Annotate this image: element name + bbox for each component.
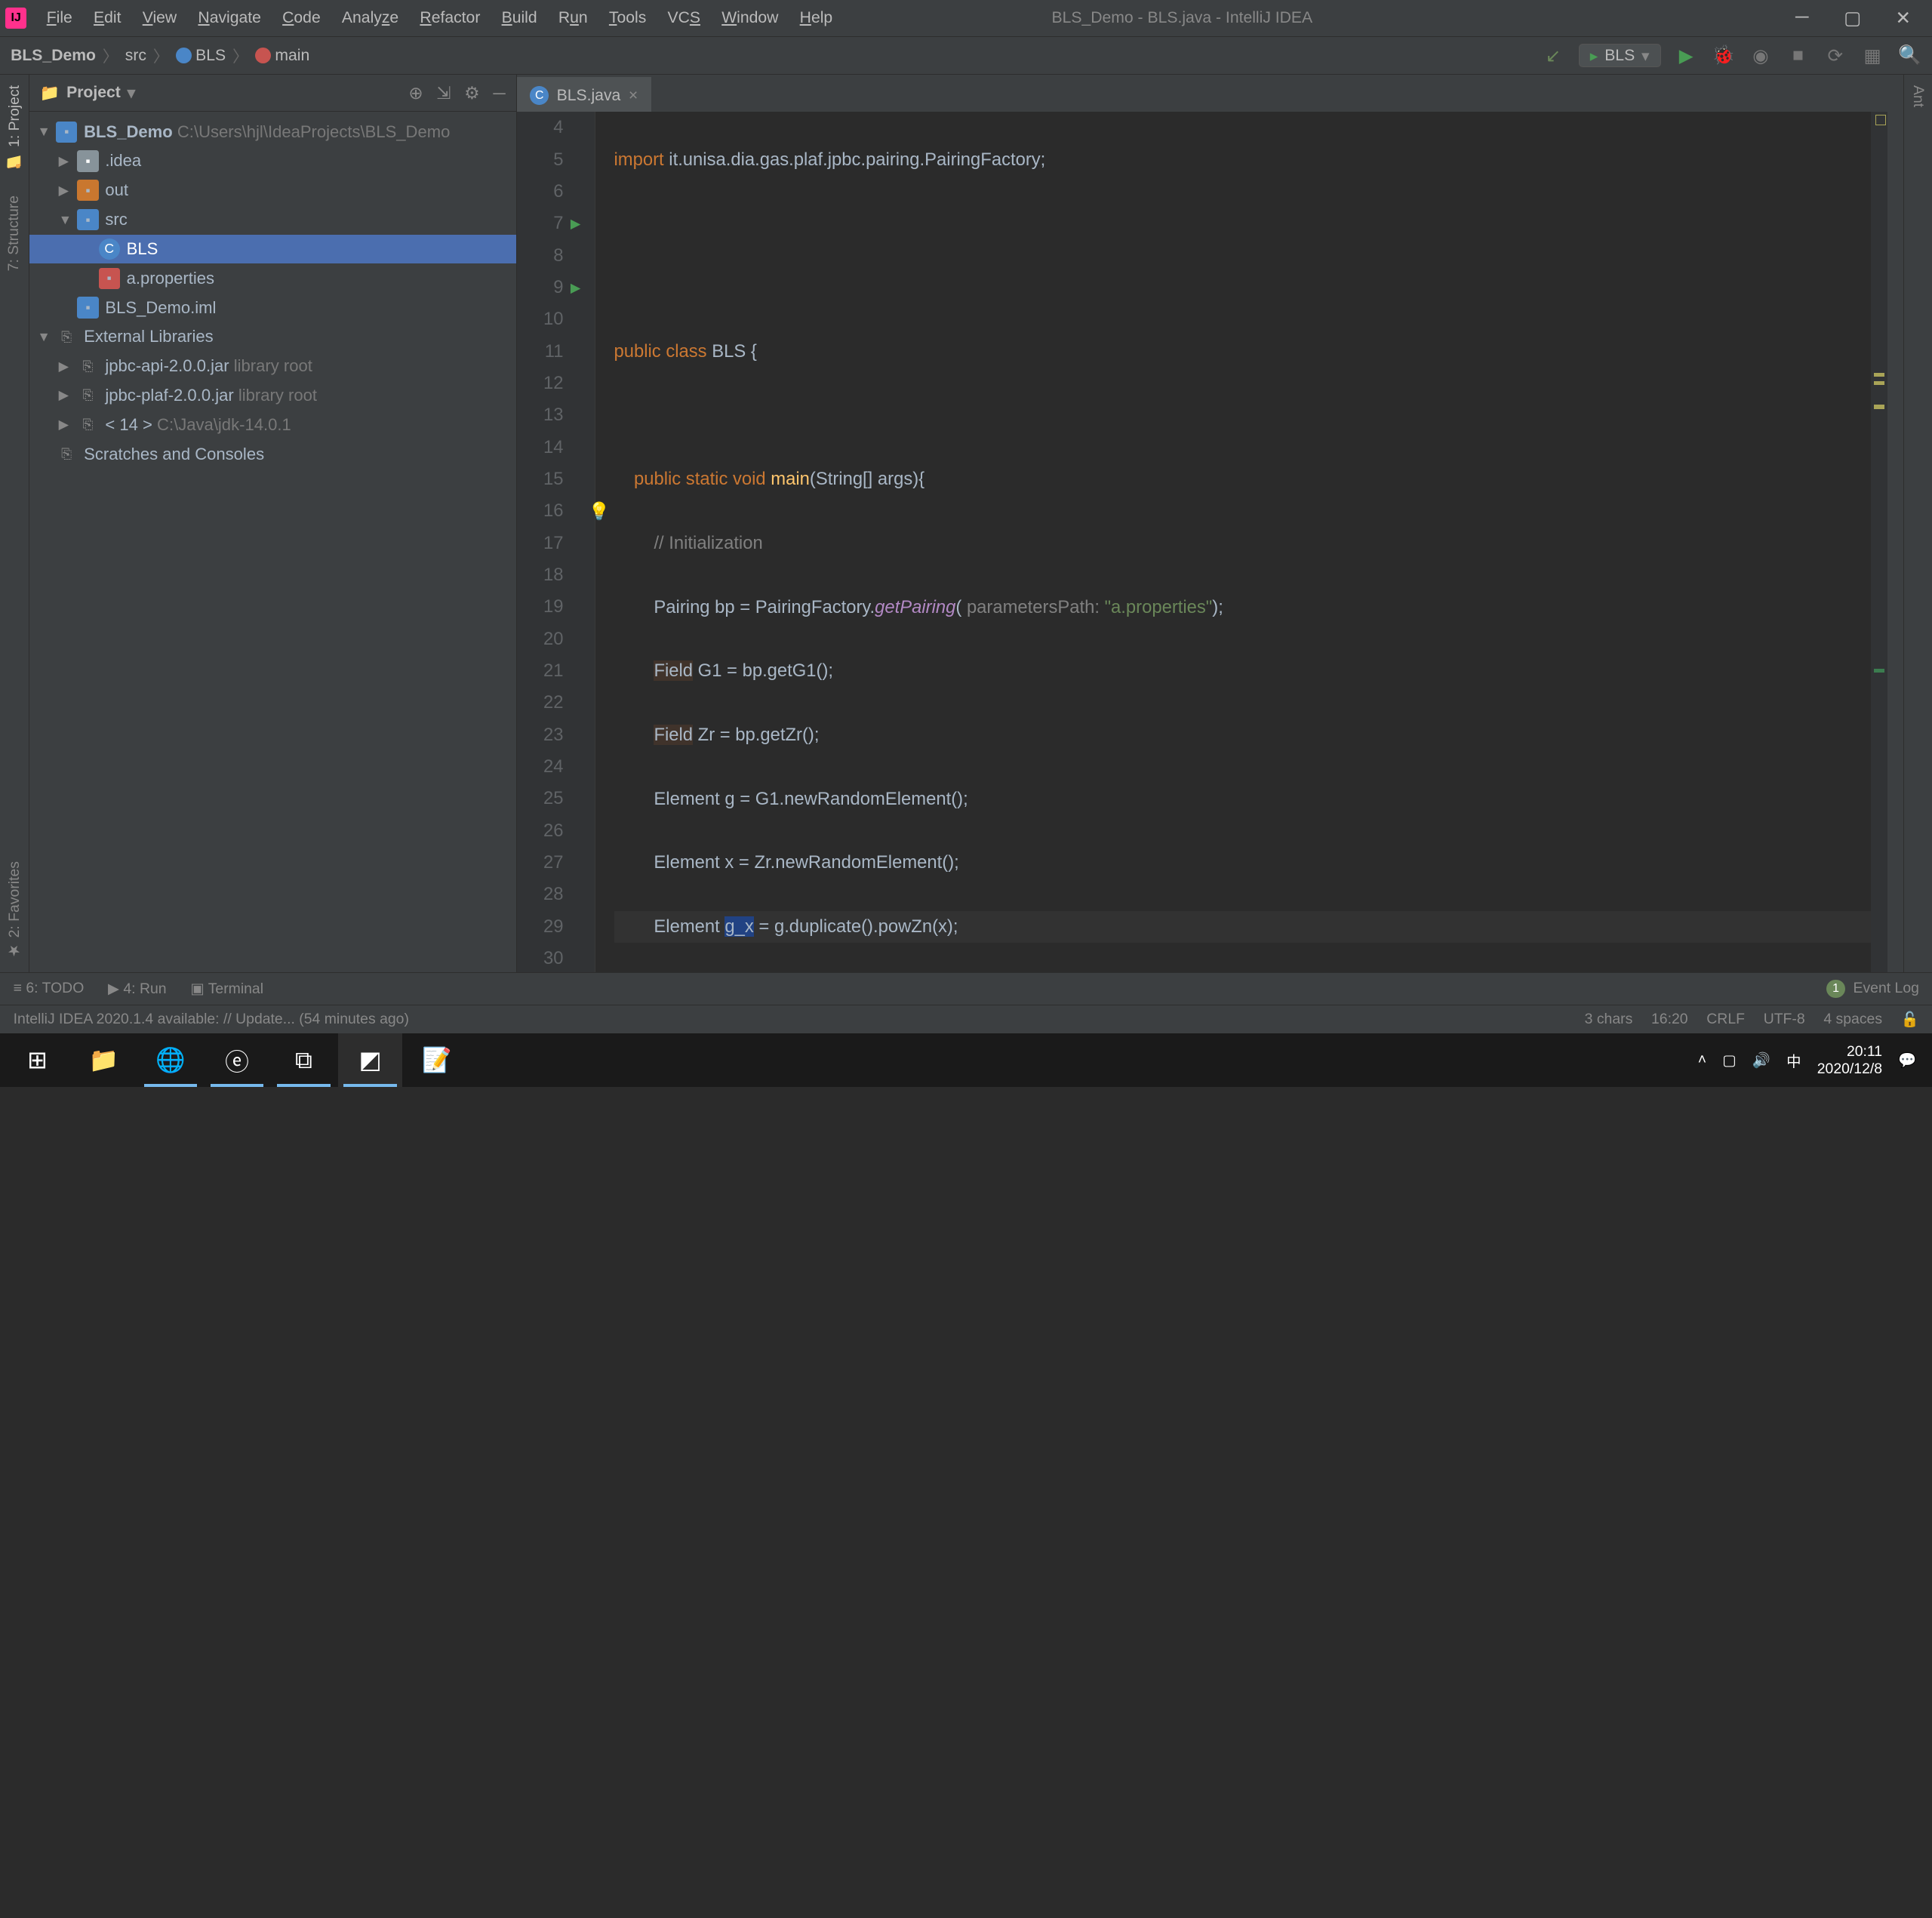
chrome-button[interactable]: 🌐: [138, 1033, 202, 1087]
terminal-tool-button[interactable]: ▣ Terminal: [190, 980, 263, 998]
structure-icon[interactable]: ▦: [1860, 44, 1884, 68]
taskbar: ⊞ 📁 🌐 ⓔ ⧉ ◩ 📝 ˄ ▢ 🔊 中 20:11 2020/12/8 💬: [0, 1033, 1932, 1087]
breadcrumb[interactable]: BLS_Demo 〉 src 〉 BLS 〉 main: [11, 44, 309, 67]
status-message[interactable]: IntelliJ IDEA 2020.1.4 available: // Upd…: [14, 1011, 409, 1028]
back-icon[interactable]: ↙: [1541, 44, 1565, 68]
search-everywhere-icon[interactable]: 🔍: [1898, 44, 1922, 68]
battery-icon[interactable]: ▢: [1722, 1051, 1736, 1070]
menu-analyze[interactable]: Analyze: [333, 7, 408, 30]
status-position[interactable]: 16:20: [1651, 1011, 1688, 1029]
explorer-button[interactable]: 📁: [72, 1033, 136, 1087]
edge-button[interactable]: ⓔ: [205, 1033, 269, 1087]
run-tool-button[interactable]: ▶ 4: Run: [108, 980, 167, 998]
code-content[interactable]: import it.unisa.dia.gas.plaf.jpbc.pairin…: [595, 112, 1872, 972]
window-title: BLS_Demo - BLS.java - IntelliJ IDEA: [576, 9, 1789, 27]
clock[interactable]: 20:11 2020/12/8: [1817, 1043, 1882, 1078]
editor-area: C BLS.java × 456 7▶ 8 9▶ 101112131415 16…: [517, 75, 1903, 972]
scrollbar[interactable]: [1887, 112, 1903, 972]
breadcrumb-method[interactable]: main: [275, 47, 309, 65]
status-encoding[interactable]: UTF-8: [1764, 1011, 1805, 1029]
bottom-toolbar: ≡ 6: TODO ▶ 4: Run ▣ Terminal 1 Event Lo…: [0, 972, 1932, 1004]
breadcrumb-project[interactable]: BLS_Demo: [11, 47, 96, 65]
project-panel: 📁 Project ▾ ⊕ ⇲ ⚙ ─ ▼▪BLS_Demo C:\Users\…: [29, 75, 517, 972]
menu-edit[interactable]: Edit: [85, 7, 131, 30]
statusbar: IntelliJ IDEA 2020.1.4 available: // Upd…: [0, 1005, 1932, 1034]
run-gutter-icon[interactable]: ▶: [571, 208, 581, 239]
minimize-button[interactable]: ─: [1789, 7, 1815, 29]
settings-icon[interactable]: ⚙: [464, 83, 480, 103]
status-indent[interactable]: 4 spaces: [1823, 1011, 1882, 1029]
event-count-badge: 1: [1826, 980, 1845, 999]
todo-tool-button[interactable]: ≡ 6: TODO: [14, 980, 85, 997]
tree-item-bls[interactable]: CBLS: [29, 235, 516, 264]
start-button[interactable]: ⊞: [5, 1033, 69, 1087]
event-log-button[interactable]: Event Log: [1854, 980, 1919, 997]
breadcrumb-src[interactable]: src: [125, 47, 146, 65]
left-stripe: 📁 1: Project 7: Structure ★ 2: Favorites: [0, 75, 29, 972]
breadcrumb-class[interactable]: BLS: [195, 47, 226, 65]
menu-build[interactable]: Build: [492, 7, 546, 30]
menu-code[interactable]: Code: [273, 7, 330, 30]
favorites-tool-button[interactable]: ★ 2: Favorites: [5, 861, 23, 959]
error-stripe[interactable]: [1871, 112, 1887, 972]
vscode-button[interactable]: ⧉: [272, 1033, 336, 1087]
status-line-ending[interactable]: CRLF: [1706, 1011, 1745, 1029]
run-button[interactable]: ▶: [1674, 44, 1698, 68]
hide-icon[interactable]: ─: [493, 83, 505, 103]
debug-button[interactable]: 🐞: [1712, 44, 1736, 68]
run-config-select[interactable]: ▸BLS ▾: [1579, 44, 1661, 68]
project-tree[interactable]: ▼▪BLS_Demo C:\Users\hjl\IdeaProjects\BLS…: [29, 112, 516, 474]
run-gutter-icon[interactable]: ▶: [571, 272, 581, 303]
navigation-bar: BLS_Demo 〉 src 〉 BLS 〉 main ↙ ▸BLS ▾ ▶ 🐞…: [0, 37, 1932, 74]
coverage-button[interactable]: ◉: [1749, 44, 1773, 68]
update-button[interactable]: ⟳: [1823, 44, 1847, 68]
expand-icon[interactable]: ⇲: [436, 83, 451, 103]
intellij-button[interactable]: ◩: [338, 1033, 402, 1087]
tray-up-icon[interactable]: ˄: [1698, 1051, 1706, 1069]
volume-icon[interactable]: 🔊: [1752, 1051, 1770, 1070]
class-icon: [176, 48, 192, 63]
titlebar: IJ File Edit View Navigate Code Analyze …: [0, 0, 1932, 37]
class-icon: C: [530, 86, 549, 105]
tab-label: BLS.java: [557, 87, 621, 105]
stop-button[interactable]: ■: [1786, 44, 1810, 68]
menu-view[interactable]: View: [133, 7, 186, 30]
ime-indicator[interactable]: 中: [1786, 1049, 1801, 1071]
close-button[interactable]: ✕: [1890, 7, 1916, 29]
structure-tool-button[interactable]: 7: Structure: [5, 195, 23, 271]
status-chars: 3 chars: [1585, 1011, 1633, 1029]
close-tab-icon[interactable]: ×: [629, 87, 638, 105]
project-panel-title[interactable]: 📁 Project ▾: [40, 83, 135, 103]
notepad-button[interactable]: 📝: [405, 1033, 469, 1087]
project-tool-button[interactable]: 📁 1: Project: [5, 85, 23, 169]
locate-icon[interactable]: ⊕: [408, 83, 423, 103]
code-editor[interactable]: 456 7▶ 8 9▶ 101112131415 16💡 17181920212…: [517, 112, 1903, 972]
lock-icon[interactable]: 🔓: [1901, 1011, 1919, 1029]
right-stripe: Ant: [1903, 75, 1932, 972]
menu-navigate[interactable]: Navigate: [189, 7, 270, 30]
ant-tool-button[interactable]: Ant: [1909, 85, 1927, 107]
tab-bls-java[interactable]: C BLS.java ×: [517, 77, 651, 112]
app-icon: IJ: [5, 8, 26, 29]
method-icon: [255, 48, 271, 63]
maximize-button[interactable]: ▢: [1839, 7, 1866, 29]
gutter: 456 7▶ 8 9▶ 101112131415 16💡 17181920212…: [517, 112, 577, 972]
menu-refactor[interactable]: Refactor: [411, 7, 490, 30]
notifications-icon[interactable]: 💬: [1898, 1051, 1916, 1070]
menu-file[interactable]: File: [37, 7, 82, 30]
